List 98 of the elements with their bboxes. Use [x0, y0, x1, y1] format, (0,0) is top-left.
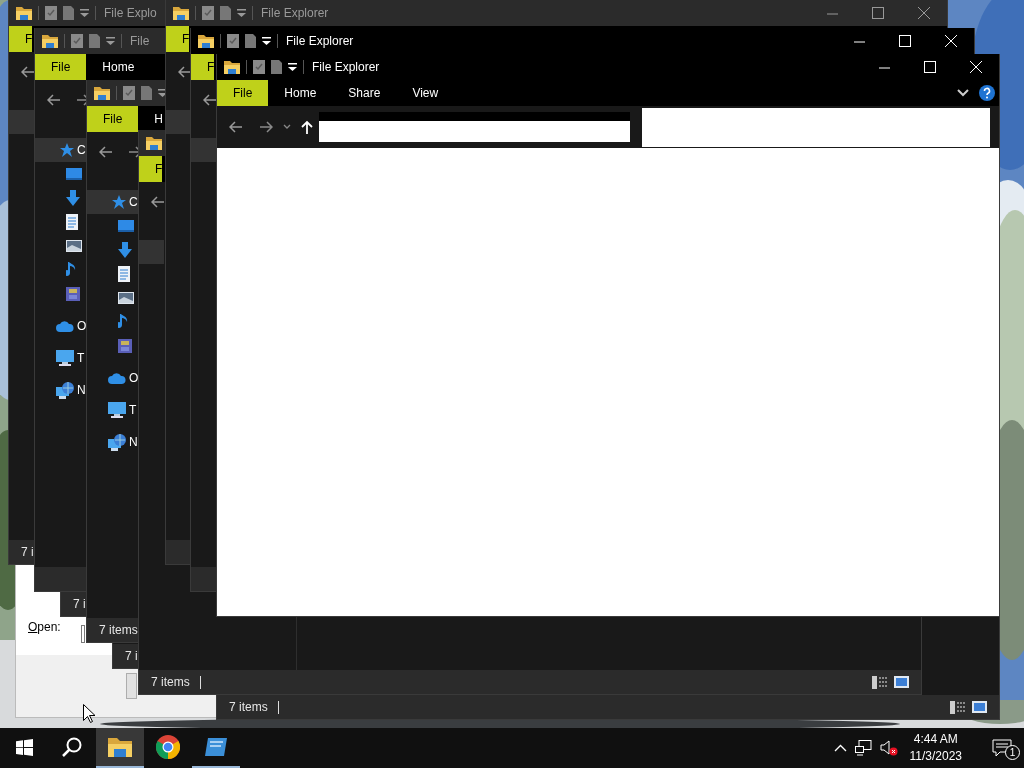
sidebar-item[interactable]: T: [87, 394, 137, 426]
checked-document-icon[interactable]: [202, 6, 214, 20]
ribbon-tab[interactable]: Home: [86, 54, 135, 80]
ribbon-tab[interactable]: F: [191, 54, 215, 80]
search-field[interactable]: [642, 107, 990, 147]
sidebar-item[interactable]: O: [87, 362, 139, 394]
document-icon: [118, 266, 130, 282]
app-window-icon[interactable]: [205, 738, 227, 756]
image-icon: [66, 240, 82, 252]
maximize-icon: [899, 35, 911, 47]
status-text: 7 items: [99, 623, 138, 637]
network-icon: [56, 381, 74, 399]
document-icon[interactable]: [245, 34, 256, 48]
desktop-icon: [118, 220, 134, 232]
caret-icon[interactable]: [158, 88, 167, 98]
window-title: File Explorer: [312, 60, 380, 74]
sidebar-item[interactable]: N: [35, 374, 86, 406]
film-icon: [66, 287, 80, 301]
network-icon[interactable]: [854, 740, 872, 756]
checked-document-icon[interactable]: [71, 34, 83, 48]
back-arrow-icon[interactable]: [47, 94, 61, 106]
back-arrow-icon[interactable]: [178, 66, 192, 78]
clock-time[interactable]: 4:44 AM: [913, 731, 958, 748]
window-title: File Explorer: [286, 34, 354, 48]
close-icon: [918, 7, 930, 19]
ribbon-tab[interactable]: File: [87, 106, 139, 132]
checked-document-icon[interactable]: [227, 34, 239, 48]
window-title: File Explo: [104, 6, 157, 20]
back-arrow-icon[interactable]: [99, 146, 113, 158]
sidebar-item[interactable]: T: [35, 342, 85, 374]
star-icon: [60, 143, 74, 157]
maximize-icon: [872, 7, 884, 19]
folder-icon[interactable]: [108, 737, 132, 757]
details-view-icon[interactable]: [950, 700, 966, 714]
maximize-icon: [924, 61, 936, 73]
document-icon[interactable]: [271, 60, 282, 74]
back-arrow-icon[interactable]: [229, 121, 243, 133]
music-note-icon: [66, 262, 78, 278]
download-arrow-icon: [118, 242, 132, 258]
ribbon-tab[interactable]: H: [138, 106, 163, 132]
sidebar-item[interactable]: C: [87, 190, 138, 214]
music-note-icon: [118, 314, 130, 330]
checked-document-icon[interactable]: [253, 60, 265, 74]
sidebar-item[interactable]: C: [35, 138, 86, 162]
ribbon-tab[interactable]: File: [35, 54, 87, 80]
notification-badge: 1: [1005, 745, 1020, 760]
ribbon-tab[interactable]: View: [396, 80, 455, 106]
ribbon-tab[interactable]: F: [166, 26, 190, 52]
search-icon[interactable]: [62, 737, 82, 757]
folder-icon: [198, 34, 214, 48]
caret-icon[interactable]: [262, 36, 271, 46]
windows-logo-icon[interactable]: [15, 738, 33, 756]
monitor-icon: [56, 350, 74, 366]
chevron-up-icon[interactable]: [833, 744, 847, 752]
network-icon: [108, 433, 126, 451]
details-view-icon[interactable]: [872, 675, 888, 689]
address-field[interactable]: [319, 112, 630, 142]
cloud-icon: [56, 320, 74, 332]
large-icons-view-icon[interactable]: [894, 675, 909, 688]
cloud-icon: [108, 372, 126, 384]
status-text: 7 items: [229, 700, 268, 714]
checked-document-icon[interactable]: [123, 86, 135, 100]
folder-icon: [224, 60, 240, 74]
large-icons-view-icon[interactable]: [972, 700, 987, 713]
back-arrow-icon[interactable]: [203, 94, 217, 106]
checked-document-icon[interactable]: [45, 6, 57, 20]
caret-icon[interactable]: [288, 62, 297, 72]
status-text: 7 items: [151, 675, 190, 689]
folder-icon: [146, 136, 162, 150]
monitor-icon: [108, 402, 126, 418]
ribbon-tab[interactable]: Home: [268, 80, 333, 106]
clock-date[interactable]: 11/3/2023: [909, 748, 962, 765]
desktop-icon: [66, 168, 82, 180]
status-text: 7 i: [125, 649, 138, 663]
window-title: File: [130, 34, 150, 48]
status-text: 7 i: [73, 597, 86, 611]
folder-icon: [42, 34, 58, 48]
ribbon-tab[interactable]: Share: [332, 80, 397, 106]
download-arrow-icon: [66, 190, 80, 206]
folder-icon: [173, 6, 189, 20]
back-arrow-icon[interactable]: [151, 196, 165, 208]
browser-icon[interactable]: [156, 735, 180, 759]
film-icon: [118, 339, 132, 353]
sidebar-item[interactable]: O: [35, 310, 87, 342]
image-icon: [118, 292, 134, 304]
sidebar-item[interactable]: N: [87, 426, 138, 458]
ribbon-tab[interactable]: File: [217, 80, 269, 106]
notification-icon[interactable]: [992, 739, 1012, 757]
muted-speaker-icon[interactable]: [879, 740, 898, 756]
up-arrow-icon[interactable]: [301, 120, 313, 134]
document-icon: [66, 214, 78, 230]
window-title: File Explorer: [261, 6, 329, 20]
ribbon-tab[interactable]: F: [139, 156, 163, 182]
chevron-down-icon[interactable]: [283, 124, 291, 130]
open-field[interactable]: [80, 625, 85, 643]
folder-icon: [94, 86, 110, 100]
forward-arrow-icon[interactable]: [259, 121, 273, 133]
star-icon: [112, 195, 126, 209]
